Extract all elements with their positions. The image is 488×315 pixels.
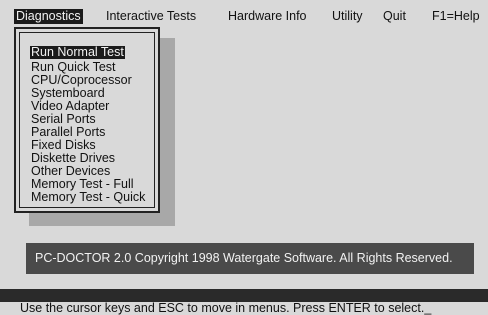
status-hint-text: Use the cursor keys and ESC to move in m… (20, 301, 432, 315)
menu-help[interactable]: F1=Help (430, 9, 482, 24)
dropdown-item-run-normal-test[interactable]: Run Normal Test (30, 43, 146, 61)
menu-quit[interactable]: Quit (381, 9, 408, 24)
menu-bar: Diagnostics Interactive Tests Hardware I… (0, 0, 488, 25)
diagnostics-dropdown: Run Normal Test Run Quick Test CPU/Copro… (14, 27, 160, 213)
dropdown-list: Run Normal Test Run Quick Test CPU/Copro… (30, 43, 146, 204)
menu-hardware-info[interactable]: Hardware Info (226, 9, 309, 24)
menu-diagnostics[interactable]: Diagnostics (14, 9, 83, 24)
menu-utility[interactable]: Utility (330, 9, 365, 24)
menu-interactive-tests[interactable]: Interactive Tests (104, 9, 198, 24)
status-bar: Use the cursor keys and ESC to move in m… (0, 301, 488, 315)
copyright-banner: PC-DOCTOR 2.0 Copyright 1998 Watergate S… (26, 243, 474, 274)
dropdown-item-memory-test-quick[interactable]: Memory Test - Quick (30, 191, 146, 204)
